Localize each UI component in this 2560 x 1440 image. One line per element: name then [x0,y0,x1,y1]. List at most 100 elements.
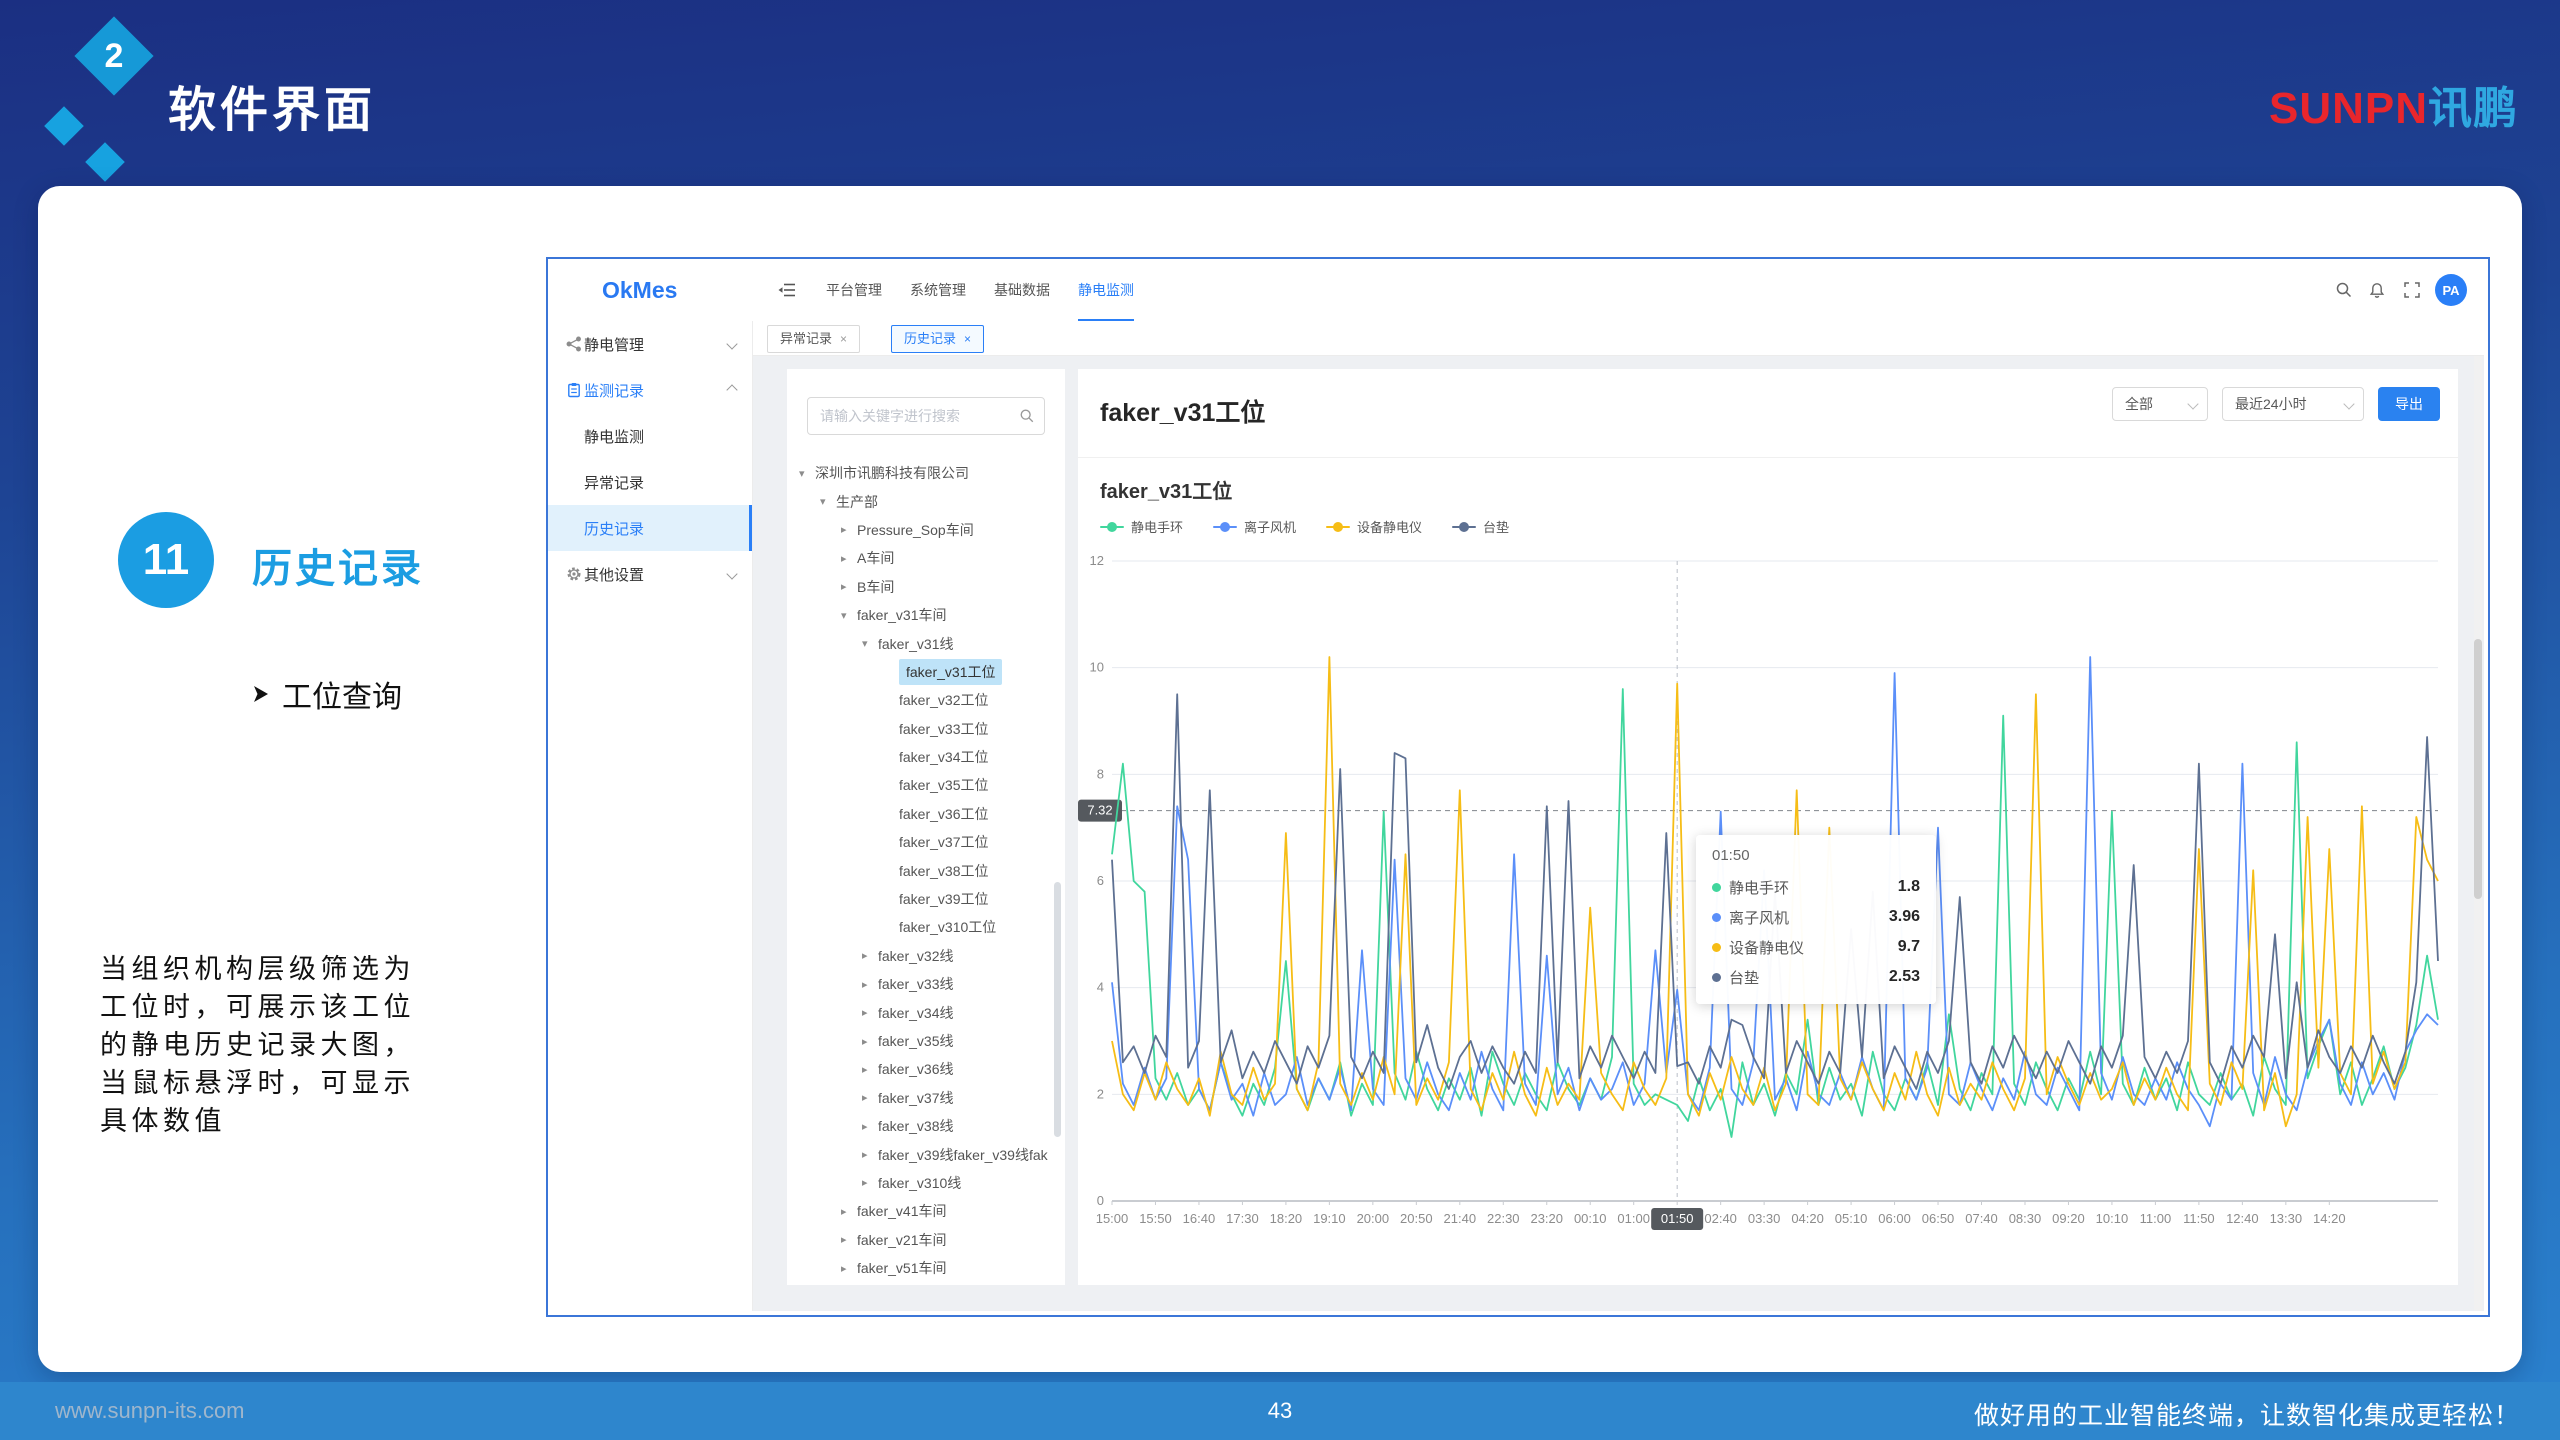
tree-node[interactable]: ▸faker_v39线faker_v39线fak [787,1140,1065,1168]
tree-node-label[interactable]: faker_v37工位 [899,832,988,852]
tree-node-label[interactable]: faker_v310线 [878,1173,961,1193]
tree-node[interactable]: ▾faker_v31线 [787,629,1065,657]
tree-node-label[interactable]: faker_v32工位 [899,690,988,710]
tree-node[interactable]: ▸faker_v41车间 [787,1197,1065,1225]
caret-right-icon[interactable]: ▸ [862,978,878,991]
sidebar-item-异常记录[interactable]: 异常记录 [548,459,752,505]
tree-node-label[interactable]: faker_v38工位 [899,861,988,881]
tree-node-label[interactable]: faker_v41车间 [857,1201,946,1221]
caret-right-icon[interactable]: ▸ [841,1262,857,1275]
tree-node-label[interactable]: faker_v33线 [878,974,953,994]
bell-icon[interactable] [2368,281,2386,299]
caret-right-icon[interactable]: ▸ [862,1035,878,1048]
caret-right-icon[interactable]: ▸ [862,1063,878,1076]
tree-node[interactable]: faker_v37工位 [787,828,1065,856]
tree-node[interactable]: ▸faker_v35线 [787,1027,1065,1055]
tree-search-input[interactable] [807,397,1045,435]
device-filter-select[interactable]: 全部 [2112,387,2208,421]
tree-node[interactable]: ▸faker_v51车间 [787,1254,1065,1282]
tree-node[interactable]: ▸Pressure_Sop车间 [787,516,1065,544]
tree-node-label[interactable]: faker_v39工位 [899,889,988,909]
sidebar-item-静电管理[interactable]: 静电管理 [548,321,752,367]
tree-node-label[interactable]: faker_v34工位 [899,747,988,767]
tree-scrollbar[interactable] [1054,882,1061,1137]
tree-node-label[interactable]: 深圳市讯鹏科技有限公司 [815,463,969,483]
tree-node[interactable]: ▾生产部 [787,487,1065,515]
tree-node-label[interactable]: faker_v35工位 [899,775,988,795]
tree-node-label[interactable]: faker_v35线 [878,1031,953,1051]
tree-node-label[interactable]: 生产部 [836,492,878,512]
caret-right-icon[interactable]: ▸ [841,1233,857,1246]
search-icon[interactable] [2335,281,2353,299]
caret-right-icon[interactable]: ▸ [841,1205,857,1218]
caret-right-icon[interactable]: ▸ [841,552,857,565]
top-nav-item[interactable]: 静电监测 [1078,259,1134,321]
tree-node[interactable]: faker_v32工位 [787,686,1065,714]
user-avatar[interactable]: PA [2435,274,2467,306]
caret-right-icon[interactable]: ▸ [862,1148,878,1161]
tree-node[interactable]: ▸faker_v37线 [787,1084,1065,1112]
tree-node[interactable]: faker_v38工位 [787,856,1065,884]
caret-right-icon[interactable]: ▸ [841,523,857,536]
tree-node[interactable]: ▸A车间 [787,544,1065,572]
page-tab[interactable]: 异常记录× [767,325,860,353]
tree-node-label[interactable]: faker_v38线 [878,1116,953,1136]
tree-node-label[interactable]: faker_v33工位 [899,719,988,739]
tree-node-label[interactable]: faker_v37线 [878,1088,953,1108]
scrollbar-thumb[interactable] [2474,639,2482,899]
sidebar-item-静电监测[interactable]: 静电监测 [548,413,752,459]
close-icon[interactable]: × [840,332,847,346]
caret-right-icon[interactable]: ▸ [862,1006,878,1019]
sidebar-item-监测记录[interactable]: 监测记录 [548,367,752,413]
tree-node[interactable]: ▸faker_v33线 [787,970,1065,998]
top-nav-item[interactable]: 基础数据 [994,259,1050,321]
tree-node-label[interactable]: faker_v51车间 [857,1258,946,1278]
tree-node-label[interactable]: A车间 [857,548,894,568]
menu-fold-icon[interactable] [778,281,797,302]
page-tab[interactable]: 历史记录× [891,325,984,353]
legend-item[interactable]: 设备静电仪 [1326,517,1422,536]
caret-right-icon[interactable]: ▸ [862,949,878,962]
legend-item[interactable]: 离子风机 [1213,517,1296,536]
tree-node[interactable]: ▸faker_v32线 [787,942,1065,970]
tree-node-label[interactable]: faker_v31线 [878,634,953,654]
sidebar-item-其他设置[interactable]: 其他设置 [548,551,752,597]
caret-down-icon[interactable]: ▾ [862,637,878,650]
legend-item[interactable]: 静电手环 [1100,517,1183,536]
tree-node-label[interactable]: faker_v31车间 [857,605,946,625]
top-nav-item[interactable]: 系统管理 [910,259,966,321]
tree-node[interactable]: ▸faker_v310线 [787,1169,1065,1197]
tree-node[interactable]: ▸faker_v21车间 [787,1226,1065,1254]
caret-down-icon[interactable]: ▾ [820,495,836,508]
search-icon[interactable] [1019,408,1035,427]
tree-node-label[interactable]: faker_v36工位 [899,804,988,824]
tree-node[interactable]: faker_v310工位 [787,913,1065,941]
tree-node-label[interactable]: Pressure_Sop车间 [857,520,974,540]
caret-right-icon[interactable]: ▸ [862,1176,878,1189]
top-nav-item[interactable]: 平台管理 [826,259,882,321]
fullscreen-icon[interactable] [2403,281,2421,299]
tree-node-label[interactable]: B车间 [857,577,894,597]
tree-node[interactable]: faker_v33工位 [787,715,1065,743]
tree-node-label[interactable]: faker_v310工位 [899,917,996,937]
tree-node-label[interactable]: faker_v31工位 [899,659,1002,685]
caret-down-icon[interactable]: ▾ [841,609,857,622]
sidebar-item-历史记录[interactable]: 历史记录 [548,505,752,551]
tree-node[interactable]: faker_v34工位 [787,743,1065,771]
tree-node-label[interactable]: faker_v36线 [878,1059,953,1079]
tree-node-label[interactable]: faker_v21车间 [857,1230,946,1250]
time-range-select[interactable]: 最近24小时 [2222,387,2364,421]
export-button[interactable]: 导出 [2378,387,2440,421]
caret-right-icon[interactable]: ▸ [862,1091,878,1104]
tree-node-label[interactable]: faker_v34线 [878,1003,953,1023]
close-icon[interactable]: × [964,332,971,346]
tree-node-label[interactable]: faker_v32线 [878,946,953,966]
caret-down-icon[interactable]: ▾ [799,467,815,480]
tree-node[interactable]: faker_v35工位 [787,771,1065,799]
legend-item[interactable]: 台垫 [1452,517,1509,536]
caret-right-icon[interactable]: ▸ [862,1120,878,1133]
tree-node[interactable]: faker_v36工位 [787,800,1065,828]
tree-node[interactable]: ▾faker_v31车间 [787,601,1065,629]
tree-node[interactable]: faker_v39工位 [787,885,1065,913]
tree-node[interactable]: ▸faker_v36线 [787,1055,1065,1083]
